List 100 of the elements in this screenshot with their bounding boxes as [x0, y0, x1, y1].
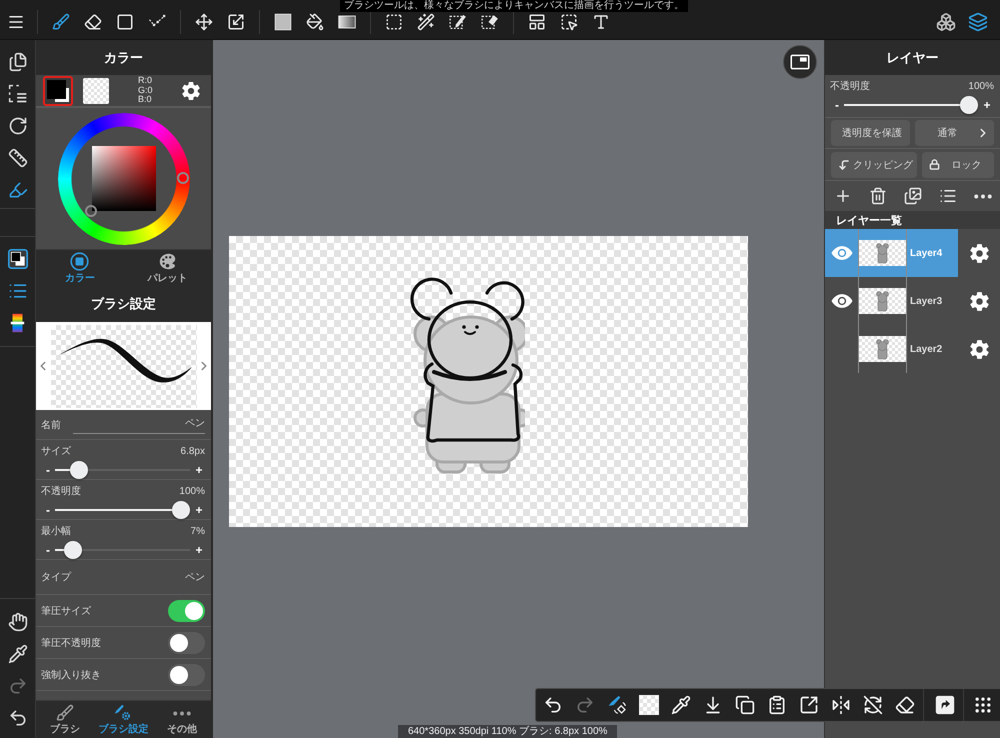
undo-icon[interactable] [8, 708, 28, 728]
dashed-square-icon[interactable] [385, 12, 403, 30]
pointer-square-icon[interactable] [560, 12, 578, 30]
magic-wand-icon[interactable] [417, 12, 435, 30]
grid-dots-icon[interactable] [973, 695, 993, 715]
lock-icon [929, 159, 940, 170]
value-reading: 100% [968, 80, 994, 92]
brush-gear-icon [114, 704, 132, 722]
move-icon[interactable] [195, 12, 213, 30]
brush-tab[interactable]: その他 [152, 701, 211, 738]
settings-icon[interactable] [968, 338, 990, 360]
increase-button[interactable]: + [190, 541, 208, 559]
eraser-icon[interactable] [84, 12, 102, 30]
rainbow-bar-icon[interactable] [10, 313, 25, 333]
hand-icon[interactable] [8, 612, 28, 632]
settings-icon[interactable] [968, 242, 990, 264]
toggle-switch[interactable] [168, 664, 205, 686]
toggle-switch[interactable] [168, 632, 205, 654]
slider-thumb[interactable] [64, 541, 82, 559]
field-label: 筆圧不透明度 [41, 636, 101, 650]
filled-square-icon[interactable] [274, 12, 292, 30]
field-label: サイズ [41, 445, 71, 458]
value-reading: 7% [190, 526, 205, 536]
clipboard-icon[interactable] [767, 695, 787, 715]
more-icon[interactable] [974, 194, 992, 198]
hue-handle-icon[interactable] [176, 172, 188, 184]
eraser-icon[interactable] [895, 695, 915, 715]
resize-icon[interactable] [227, 12, 245, 30]
layer-option-button[interactable]: 通常 [915, 120, 994, 146]
panel-title: レイヤー [825, 40, 1000, 75]
color-swatch-icon[interactable] [8, 249, 28, 269]
rotate-icon[interactable] [8, 116, 28, 136]
field-label: タイプ [41, 570, 71, 584]
window-icon [790, 52, 810, 72]
decrease-button[interactable]: - [41, 501, 55, 519]
settings-icon[interactable] [968, 290, 990, 312]
copy-icon[interactable] [735, 695, 755, 715]
shade-handle-icon[interactable] [84, 204, 96, 216]
color-tab[interactable]: パレット [124, 250, 211, 285]
type-value[interactable]: ペン [185, 570, 205, 584]
brush-tab[interactable]: ブラシ [36, 701, 94, 738]
decrease-button[interactable]: - [41, 541, 55, 559]
color-tab[interactable]: カラー [36, 250, 124, 285]
pages-icon[interactable] [8, 52, 28, 72]
value-reading: 100% [179, 486, 205, 496]
dashed-eraser-icon[interactable] [481, 12, 499, 30]
value-reading: 6.8px [180, 446, 205, 456]
decrease-button[interactable]: - [830, 96, 844, 114]
name-field[interactable]: ペン [73, 418, 205, 434]
status-text: 640*360px 350dpi 110% ブラシ: 6.8px 100% [398, 725, 618, 738]
marker-icon[interactable] [8, 180, 28, 200]
layout-icon[interactable] [528, 12, 546, 30]
layer-option-button[interactable]: クリッピング [831, 152, 917, 178]
trash-icon[interactable] [868, 187, 886, 205]
panel-title: カラー [36, 40, 211, 75]
increase-button[interactable]: + [190, 461, 208, 479]
brush-eraser-icon[interactable] [607, 695, 627, 715]
flip-icon[interactable] [831, 695, 851, 715]
color-swatch-button[interactable] [43, 76, 73, 106]
list-icon[interactable] [938, 187, 956, 205]
increase-button[interactable]: + [978, 96, 996, 114]
decrease-button[interactable]: - [41, 461, 55, 479]
eyedropper-icon[interactable] [671, 695, 691, 715]
brush-tab[interactable]: ブラシ設定 [94, 701, 153, 738]
square-icon[interactable] [116, 12, 134, 30]
transparent-swatch[interactable] [83, 78, 109, 104]
eyedropper-icon[interactable] [8, 644, 28, 664]
share-icon[interactable] [935, 695, 955, 715]
checker-swatch-icon[interactable] [639, 695, 659, 715]
toggle-switch[interactable] [168, 600, 205, 622]
view-button[interactable] [783, 45, 817, 79]
rotate-off-icon[interactable] [863, 695, 883, 715]
dashed-pencil-icon[interactable] [449, 12, 467, 30]
paint-bucket-icon[interactable] [306, 12, 324, 30]
ruler-icon[interactable] [8, 148, 28, 168]
layer-row[interactable]: Layer2 [825, 325, 958, 373]
gradient-icon[interactable] [338, 12, 356, 30]
layer-option-button[interactable]: 透明度を保護 [831, 120, 910, 146]
layer-thumbnail [859, 336, 906, 362]
export-icon[interactable] [799, 695, 819, 715]
undo-icon[interactable] [543, 695, 563, 715]
selection-icon[interactable] [8, 84, 28, 104]
text-icon[interactable] [592, 12, 610, 30]
shade-square[interactable] [92, 146, 156, 210]
field-label: 最小幅 [41, 524, 71, 538]
slider-thumb[interactable] [960, 96, 978, 114]
list-title: レイヤー一覧 [825, 211, 1000, 229]
slider-thumb[interactable] [172, 501, 190, 519]
layers-icon[interactable] [968, 12, 988, 32]
layer-row[interactable]: Layer3 [825, 277, 958, 325]
hint-banner: ブラシツールは、様々なブラシによりキャンバスに描画を行うツールです。 [340, 0, 688, 12]
layer-option-button[interactable]: ロック [922, 152, 994, 178]
settings-icon[interactable] [181, 80, 201, 100]
images-icon[interactable] [904, 187, 922, 205]
increase-button[interactable]: + [190, 501, 208, 519]
brush-icon[interactable] [52, 12, 70, 30]
layer-name: Layer4 [909, 248, 942, 258]
cubes-icon[interactable] [936, 12, 956, 32]
slider-thumb[interactable] [70, 461, 88, 479]
field-label: 強制入り抜き [41, 668, 101, 682]
